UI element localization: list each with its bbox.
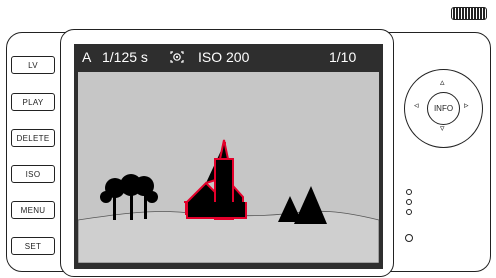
thumbwheel[interactable] [451,7,487,20]
arrow-right-icon[interactable]: ▹ [464,101,469,110]
status-led [406,189,412,195]
set-dot-button[interactable] [405,234,413,242]
lcd-screen: A 1/125 s ISO 200 1/10 [74,44,383,269]
arrow-up-icon[interactable]: ▵ [440,78,445,87]
set-button[interactable]: SET [11,237,55,255]
metering-icon [170,51,184,63]
info-button[interactable]: INFO [427,92,460,125]
menu-button[interactable]: MENU [11,201,55,219]
play-button[interactable]: PLAY [11,93,55,111]
arrow-down-icon[interactable]: ▿ [440,124,445,133]
pine-trees-icon [278,186,327,224]
shutter-speed: 1/125 s [102,49,148,65]
live-view-scene [78,72,379,263]
iso-value: ISO 200 [198,49,250,65]
frame-counter: 1/10 [329,49,357,65]
exposure-mode: A [82,49,92,65]
delete-button[interactable]: DELETE [11,129,55,147]
status-led [406,199,412,205]
status-led [406,209,412,215]
status-bar: A 1/125 s ISO 200 1/10 [74,44,383,72]
lv-button[interactable]: LV [11,56,55,74]
arrow-left-icon[interactable]: ◃ [414,101,419,110]
iso-button[interactable]: ISO [11,165,55,183]
church-icon [184,139,247,220]
scene-illustration [78,139,379,263]
